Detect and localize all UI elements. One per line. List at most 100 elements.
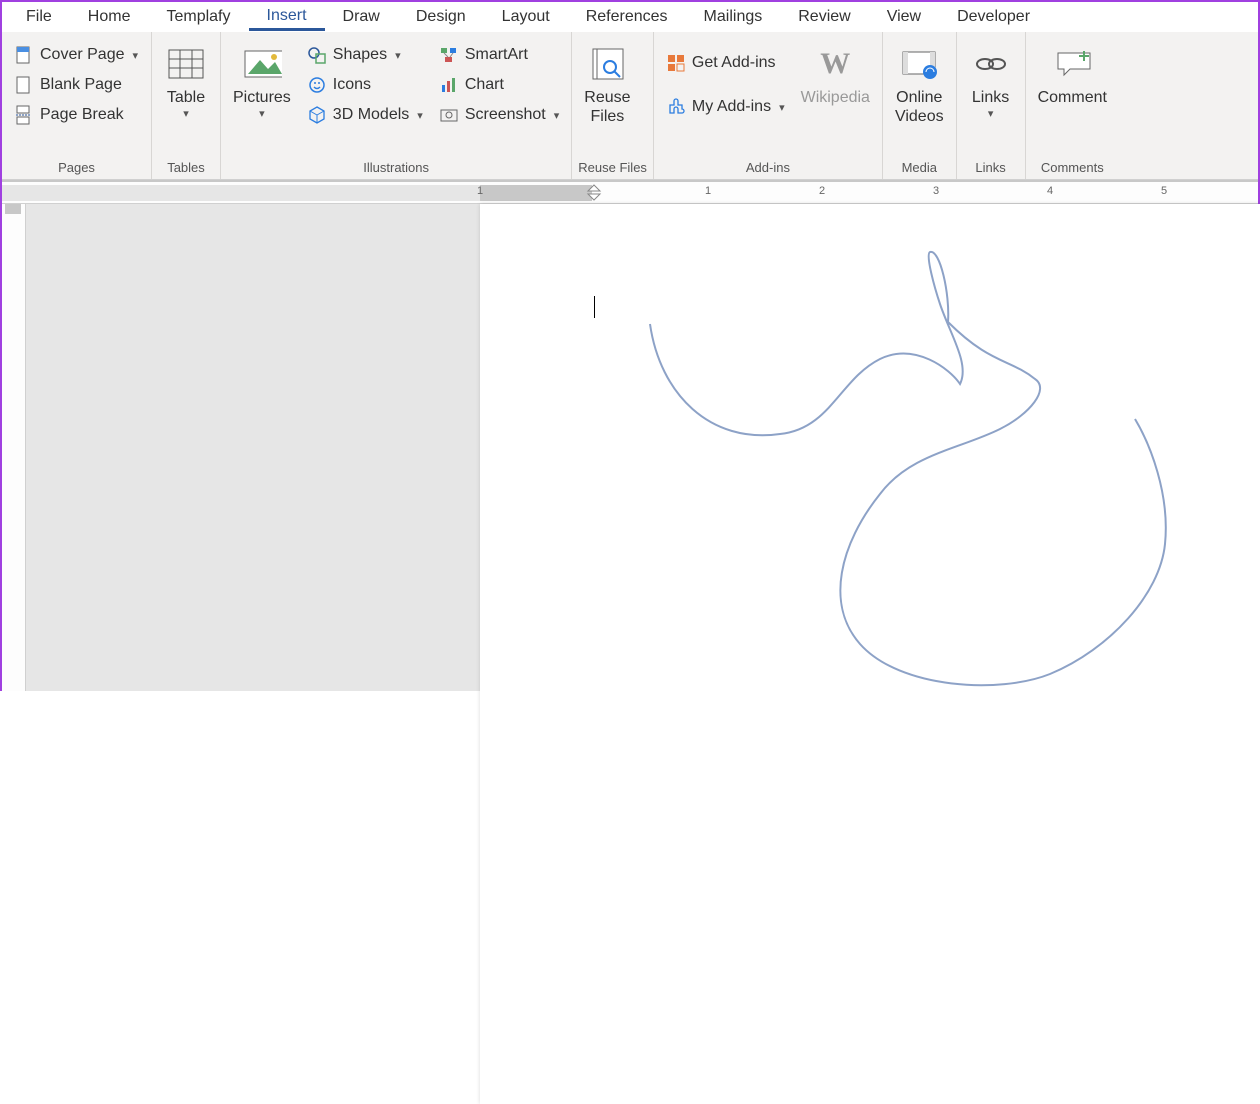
cover-page-label: Cover Page bbox=[40, 46, 125, 64]
links-label: Links bbox=[972, 88, 1009, 107]
group-label-media: Media bbox=[889, 158, 950, 177]
wikipedia-label: Wikipedia bbox=[801, 88, 870, 107]
screenshot-label: Screenshot bbox=[465, 106, 546, 124]
my-addins-icon bbox=[666, 97, 686, 117]
link-icon bbox=[971, 44, 1011, 84]
blank-page-label: Blank Page bbox=[40, 76, 122, 94]
left-margin-area bbox=[26, 182, 480, 691]
ruler-number: 3 bbox=[933, 185, 939, 197]
pictures-label: Pictures bbox=[233, 88, 291, 107]
online-video-icon bbox=[899, 44, 939, 84]
group-pages: Cover Page ▾ Blank Page Page Break Page bbox=[2, 32, 152, 179]
group-tables: Table ▾ Tables bbox=[152, 32, 221, 179]
shapes-label: Shapes bbox=[333, 46, 387, 64]
comment-icon bbox=[1052, 44, 1092, 84]
tab-layout[interactable]: Layout bbox=[484, 4, 568, 30]
text-cursor bbox=[594, 296, 595, 318]
table-icon bbox=[166, 44, 206, 84]
group-reuse-files: Reuse Files Reuse Files bbox=[572, 32, 654, 179]
group-links: Links ▾ Links bbox=[957, 32, 1026, 179]
horizontal-ruler[interactable]: 1 1 2 3 4 5 bbox=[2, 182, 1258, 204]
tab-view[interactable]: View bbox=[869, 4, 939, 30]
links-button[interactable]: Links ▾ bbox=[963, 40, 1019, 124]
ruler-number: 1 bbox=[477, 185, 483, 197]
group-label-comments: Comments bbox=[1032, 158, 1113, 177]
wikipedia-icon: W bbox=[815, 44, 855, 84]
tab-design[interactable]: Design bbox=[398, 4, 484, 30]
pictures-button[interactable]: Pictures ▾ bbox=[227, 40, 297, 124]
online-videos-label: Online Videos bbox=[895, 88, 944, 126]
smartart-icon bbox=[439, 45, 459, 65]
ribbon-insert: Cover Page ▾ Blank Page Page Break Page bbox=[2, 32, 1258, 180]
chevron-down-icon: ▾ bbox=[554, 109, 560, 122]
cover-page-button[interactable]: Cover Page ▾ bbox=[8, 42, 144, 68]
table-button[interactable]: Table ▾ bbox=[158, 40, 214, 124]
icons-label: Icons bbox=[333, 76, 371, 94]
online-videos-button[interactable]: Online Videos bbox=[889, 40, 950, 130]
get-addins-label: Get Add-ins bbox=[692, 54, 776, 72]
chevron-down-icon: ▾ bbox=[183, 109, 189, 120]
tab-draw[interactable]: Draw bbox=[325, 4, 398, 30]
wikipedia-button[interactable]: W Wikipedia bbox=[795, 40, 876, 111]
table-label: Table bbox=[167, 88, 205, 107]
group-illustrations: Pictures ▾ Shapes ▾ Icons bbox=[221, 32, 572, 179]
blank-page-button[interactable]: Blank Page bbox=[8, 72, 144, 98]
reuse-files-icon bbox=[587, 44, 627, 84]
vertical-ruler[interactable] bbox=[2, 182, 26, 691]
cover-page-icon bbox=[14, 45, 34, 65]
indent-marker-icon[interactable] bbox=[584, 182, 604, 204]
chevron-down-icon: ▾ bbox=[779, 101, 785, 114]
3d-models-button[interactable]: 3D Models ▾ bbox=[301, 102, 429, 128]
chevron-down-icon: ▾ bbox=[395, 49, 401, 62]
chevron-down-icon: ▾ bbox=[133, 49, 139, 62]
ruler-number: 2 bbox=[819, 185, 825, 197]
document-page[interactable] bbox=[480, 204, 1260, 1104]
tab-insert[interactable]: Insert bbox=[249, 3, 325, 31]
workspace: 1 1 2 3 4 5 bbox=[2, 182, 1258, 691]
page-break-label: Page Break bbox=[40, 106, 124, 124]
smartart-button[interactable]: SmartArt bbox=[433, 42, 565, 68]
my-addins-label: My Add-ins bbox=[692, 98, 771, 116]
get-addins-button[interactable]: Get Add-ins bbox=[660, 50, 791, 76]
group-label-tables: Tables bbox=[158, 158, 214, 177]
group-label-illustrations: Illustrations bbox=[227, 158, 565, 177]
blank-page-icon bbox=[14, 75, 34, 95]
tab-mailings[interactable]: Mailings bbox=[686, 4, 781, 30]
my-addins-button[interactable]: My Add-ins ▾ bbox=[660, 94, 791, 120]
3d-models-label: 3D Models bbox=[333, 106, 409, 124]
group-media: Online Videos Media bbox=[883, 32, 957, 179]
comment-label: Comment bbox=[1038, 88, 1107, 107]
store-icon bbox=[666, 53, 686, 73]
icons-button[interactable]: Icons bbox=[301, 72, 429, 98]
chart-icon bbox=[439, 75, 459, 95]
shapes-icon bbox=[307, 45, 327, 65]
group-addins: Get Add-ins My Add-ins ▾ W Wikipedia Add… bbox=[654, 32, 883, 179]
group-label-addins: Add-ins bbox=[660, 158, 876, 177]
ruler-number: 5 bbox=[1161, 185, 1167, 197]
document-area: 1 1 2 3 4 5 bbox=[480, 182, 1258, 691]
page-break-icon bbox=[14, 105, 34, 125]
ink-drawing[interactable] bbox=[630, 244, 1230, 704]
screenshot-icon bbox=[439, 105, 459, 125]
group-comments: Comment Comments bbox=[1026, 32, 1119, 179]
icons-icon bbox=[307, 75, 327, 95]
reuse-files-button[interactable]: Reuse Files bbox=[578, 40, 636, 130]
shapes-button[interactable]: Shapes ▾ bbox=[301, 42, 429, 68]
screenshot-button[interactable]: Screenshot ▾ bbox=[433, 102, 565, 128]
tab-file[interactable]: File bbox=[8, 4, 70, 30]
group-label-pages: Pages bbox=[8, 158, 145, 177]
page-break-button[interactable]: Page Break bbox=[8, 102, 144, 128]
tab-developer[interactable]: Developer bbox=[939, 4, 1048, 30]
tab-review[interactable]: Review bbox=[780, 4, 868, 30]
3d-models-icon bbox=[307, 105, 327, 125]
reuse-files-label: Reuse Files bbox=[584, 88, 630, 126]
tab-home[interactable]: Home bbox=[70, 4, 149, 30]
ruler-number: 4 bbox=[1047, 185, 1053, 197]
chevron-down-icon: ▾ bbox=[988, 109, 994, 120]
comment-button[interactable]: Comment bbox=[1032, 40, 1113, 111]
chart-button[interactable]: Chart bbox=[433, 72, 565, 98]
tab-references[interactable]: References bbox=[568, 4, 686, 30]
group-label-links: Links bbox=[963, 158, 1019, 177]
tab-templafy[interactable]: Templafy bbox=[148, 4, 248, 30]
smartart-label: SmartArt bbox=[465, 46, 528, 64]
